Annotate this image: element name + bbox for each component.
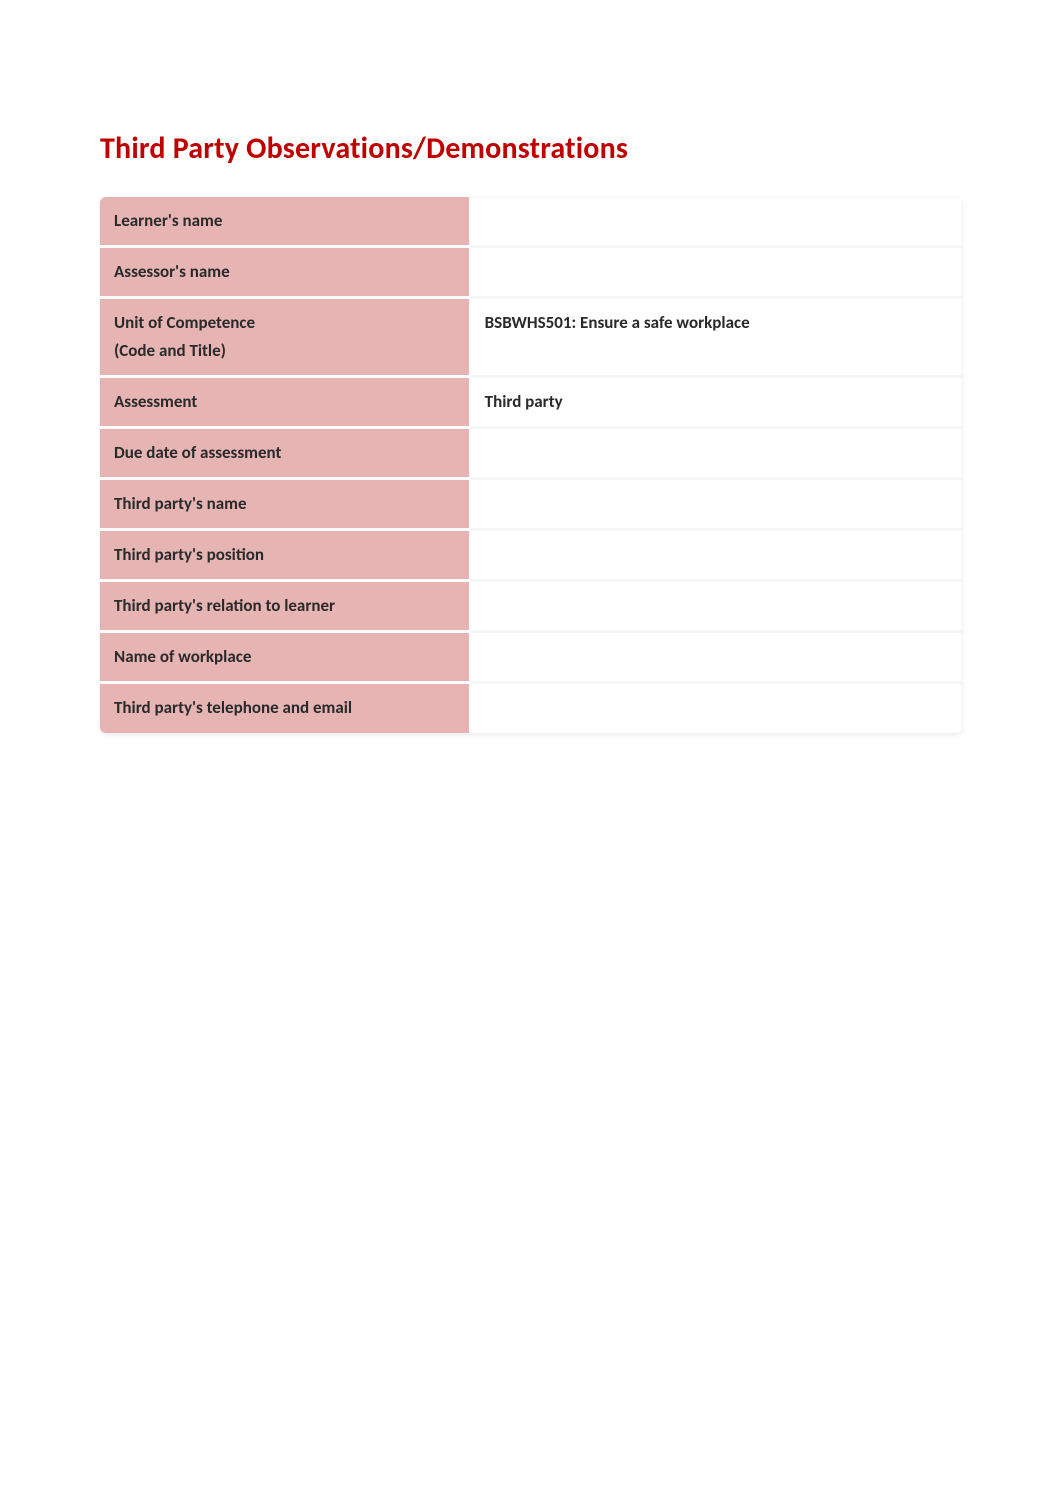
label-assessment: Assessment: [100, 378, 471, 429]
value-learners-name: [471, 197, 962, 248]
label-third-party-contact: Third party's telephone and email: [100, 684, 471, 732]
table-row: Third party's relation to learner: [100, 582, 962, 633]
label-third-party-position: Third party's position: [100, 531, 471, 582]
table-row: Assessor's name: [100, 248, 962, 299]
value-assessment: Third party: [471, 378, 962, 429]
page-title: Third Party Observations/Demonstrations: [100, 130, 962, 167]
label-due-date: Due date of assessment: [100, 429, 471, 480]
label-unit-of-competence: Unit of Competence(Code and Title): [100, 299, 471, 378]
table-row: Third party's telephone and email: [100, 684, 962, 732]
table-row: Learner's name: [100, 197, 962, 248]
table-row: Assessment Third party: [100, 378, 962, 429]
label-learners-name: Learner's name: [100, 197, 471, 248]
label-assessors-name: Assessor's name: [100, 248, 471, 299]
value-third-party-name: [471, 480, 962, 531]
value-workplace-name: [471, 633, 962, 684]
label-workplace-name: Name of workplace: [100, 633, 471, 684]
value-unit-of-competence: BSBWHS501: Ensure a safe workplace: [471, 299, 962, 378]
table-row: Third party's position: [100, 531, 962, 582]
value-assessors-name: [471, 248, 962, 299]
value-due-date: [471, 429, 962, 480]
table-row: Name of workplace: [100, 633, 962, 684]
table-row: Third party's name: [100, 480, 962, 531]
table-row: Due date of assessment: [100, 429, 962, 480]
label-third-party-name: Third party's name: [100, 480, 471, 531]
form-table-wrapper: Learner's name Assessor's name Unit of C…: [100, 197, 962, 733]
form-table: Learner's name Assessor's name Unit of C…: [100, 197, 962, 733]
label-third-party-relation: Third party's relation to learner: [100, 582, 471, 633]
value-third-party-contact: [471, 684, 962, 732]
value-third-party-position: [471, 531, 962, 582]
table-row: Unit of Competence(Code and Title) BSBWH…: [100, 299, 962, 378]
value-third-party-relation: [471, 582, 962, 633]
